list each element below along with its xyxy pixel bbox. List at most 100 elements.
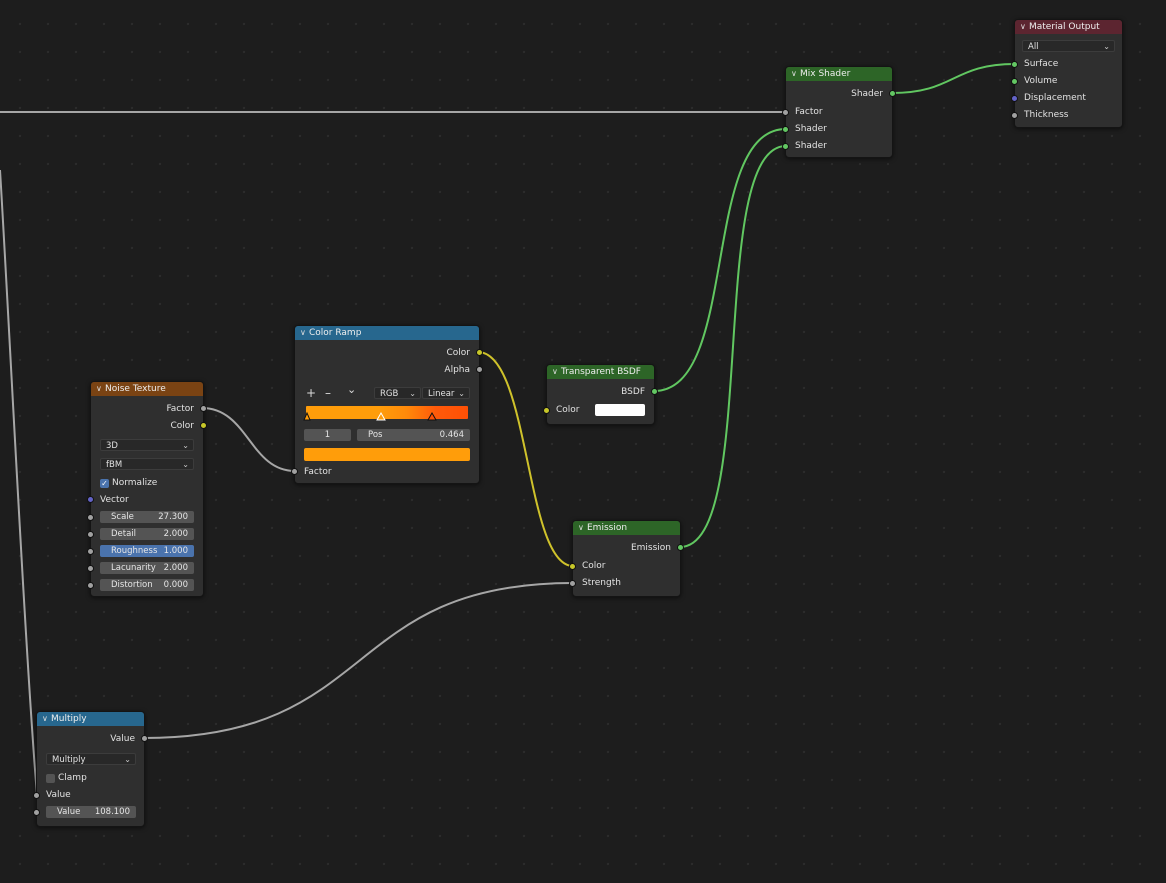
input-thickness-socket[interactable] <box>1011 112 1018 119</box>
collapse-chevron-icon[interactable]: ∨ <box>791 67 800 81</box>
input-value-socket[interactable] <box>33 792 40 799</box>
input-value-label: Value <box>46 790 71 800</box>
normalize-label: Normalize <box>112 478 158 488</box>
output-color-socket[interactable] <box>200 422 207 429</box>
output-factor-socket[interactable] <box>200 405 207 412</box>
remove-stop-button[interactable]: – <box>325 387 331 399</box>
interpolation-dropdown[interactable]: Linear ⌄ <box>422 387 470 399</box>
multiply-node[interactable]: ∨ Multiply Value Multiply ⌄ Clamp Value Va… <box>33 711 148 827</box>
ramp-menu-button[interactable]: ⌄ <box>347 384 356 396</box>
node-title: Emission <box>587 523 628 533</box>
roughness-field[interactable]: Roughness 1.000 <box>100 545 194 557</box>
transparent-bsdf-node[interactable]: ∨ Transparent BSDF BSDF Color <box>543 364 658 425</box>
color-mode-dropdown[interactable]: RGB ⌄ <box>374 387 421 399</box>
mix-shader-header[interactable]: ∨ Mix Shader <box>786 67 892 81</box>
node-title: Multiply <box>51 714 87 724</box>
chevron-down-icon: ⌄ <box>182 460 189 469</box>
collapse-chevron-icon[interactable]: ∨ <box>300 326 309 340</box>
collapse-chevron-icon[interactable]: ∨ <box>552 365 561 379</box>
collapse-chevron-icon[interactable]: ∨ <box>1020 20 1029 34</box>
output-emission-label: Emission <box>630 543 671 553</box>
output-shader-socket[interactable] <box>889 90 896 97</box>
detail-field[interactable]: Detail 2.000 <box>100 528 194 540</box>
color-stop-0[interactable] <box>303 411 311 421</box>
chevron-down-icon: ⌄ <box>124 755 131 764</box>
output-color-socket[interactable] <box>476 349 483 356</box>
input-value-2-socket[interactable] <box>33 809 40 816</box>
operation-dropdown[interactable]: Multiply ⌄ <box>46 753 136 765</box>
target-dropdown[interactable]: All ⌄ <box>1022 40 1115 52</box>
noise-type-dropdown[interactable]: fBM ⌄ <box>100 458 194 470</box>
transparent-bsdf-header[interactable]: ∨ Transparent BSDF <box>547 365 654 379</box>
input-color-socket[interactable] <box>543 407 550 414</box>
input-factor-socket[interactable] <box>291 468 298 475</box>
color-ramp-node[interactable]: ∨ Color Ramp Color Alpha + – ⌄ RGB ⌄ Linea… <box>291 325 483 484</box>
node-title: Transparent BSDF <box>561 367 641 377</box>
chevron-down-icon: ⌄ <box>1103 42 1110 51</box>
output-emission-socket[interactable] <box>677 544 684 551</box>
active-stop-index[interactable]: 1 <box>304 429 351 441</box>
add-stop-button[interactable]: + <box>306 387 316 399</box>
multiply-header[interactable]: ∨ Multiply <box>37 712 144 726</box>
clamp-checkbox[interactable] <box>46 774 55 783</box>
color-stop-2[interactable] <box>427 411 437 421</box>
output-value-label: Value <box>110 734 135 744</box>
mix-shader-node[interactable]: ∨ Mix Shader Shader Factor Shader Shader <box>782 66 896 158</box>
link-transparent-bsdf-to-mix-shader1 <box>653 128 787 392</box>
color-ramp-header[interactable]: ∨ Color Ramp <box>295 326 479 340</box>
output-bsdf-socket[interactable] <box>651 388 658 395</box>
input-vector-socket[interactable] <box>87 496 94 503</box>
normalize-checkbox[interactable]: ✓ <box>100 479 109 488</box>
link-emission-to-mix-shader2 <box>679 145 787 548</box>
collapse-chevron-icon[interactable]: ∨ <box>42 712 51 726</box>
collapse-chevron-icon[interactable]: ∨ <box>96 382 105 396</box>
stop-position-field[interactable]: Pos 0.464 <box>357 429 470 441</box>
output-alpha-label: Alpha <box>444 365 470 375</box>
output-shader-label: Shader <box>851 89 883 99</box>
color-stop-markers[interactable] <box>303 410 473 422</box>
input-volume-socket[interactable] <box>1011 78 1018 85</box>
input-distortion-socket[interactable] <box>87 582 94 589</box>
material-output-header[interactable]: ∨ Material Output <box>1015 20 1122 34</box>
input-detail-socket[interactable] <box>87 531 94 538</box>
input-roughness-socket[interactable] <box>87 548 94 555</box>
input-strength-socket[interactable] <box>569 580 576 587</box>
emission-node[interactable]: ∨ Emission Emission Color Strength <box>569 520 684 597</box>
input-color-label: Color <box>556 405 580 415</box>
input-color-socket[interactable] <box>569 563 576 570</box>
node-title: Noise Texture <box>105 384 166 394</box>
input-shader-2-label: Shader <box>795 141 827 151</box>
input-shader-1-socket[interactable] <box>782 126 789 133</box>
input-lacunarity-socket[interactable] <box>87 565 94 572</box>
output-color-label: Color <box>170 421 195 431</box>
output-alpha-socket[interactable] <box>476 366 483 373</box>
input-scale-socket[interactable] <box>87 514 94 521</box>
output-value-socket[interactable] <box>141 735 148 742</box>
value-field[interactable]: Value 108.100 <box>46 806 136 818</box>
collapse-chevron-icon[interactable]: ∨ <box>578 521 587 535</box>
clamp-label: Clamp <box>58 773 87 783</box>
emission-header[interactable]: ∨ Emission <box>573 521 680 535</box>
scale-field[interactable]: Scale 27.300 <box>100 511 194 523</box>
distortion-field[interactable]: Distortion 0.000 <box>100 579 194 591</box>
input-displacement-label: Displacement <box>1024 93 1086 103</box>
input-surface-socket[interactable] <box>1011 61 1018 68</box>
color-swatch[interactable] <box>595 404 645 416</box>
input-strength-label: Strength <box>582 578 621 588</box>
noise-texture-header[interactable]: ∨ Noise Texture <box>91 382 203 396</box>
dimensions-dropdown[interactable]: 3D ⌄ <box>100 439 194 451</box>
output-factor-label: Factor <box>166 404 194 414</box>
node-title: Material Output <box>1029 22 1100 32</box>
noise-texture-node[interactable]: ∨ Noise Texture Factor Color 3D ⌄ fBM ⌄ ✓ N… <box>87 381 207 597</box>
lacunarity-field[interactable]: Lacunarity 2.000 <box>100 562 194 574</box>
color-stop-1[interactable] <box>376 411 386 421</box>
input-factor-socket[interactable] <box>782 109 789 116</box>
input-shader-2-socket[interactable] <box>782 143 789 150</box>
input-factor-label: Factor <box>304 467 332 477</box>
link-mix-shader-to-surface <box>891 63 1016 94</box>
chevron-down-icon: ⌄ <box>458 389 465 398</box>
material-output-node[interactable]: ∨ Material Output All ⌄ Surface Volume Dis… <box>1011 19 1123 128</box>
stop-color-swatch[interactable] <box>304 448 470 461</box>
link-noise-factor-to-ramp-factor <box>201 407 296 472</box>
input-displacement-socket[interactable] <box>1011 95 1018 102</box>
